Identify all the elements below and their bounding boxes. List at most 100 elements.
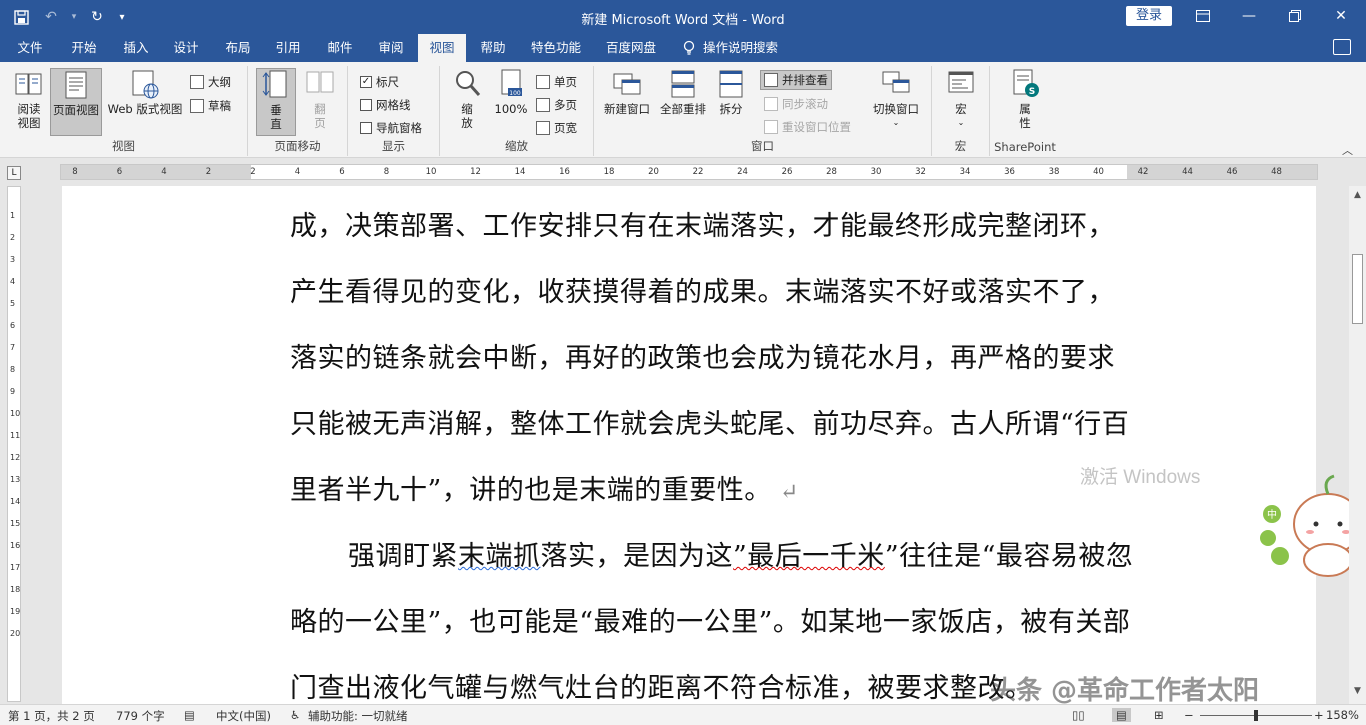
print-layout-status-icon[interactable]: ▤ [1112,708,1131,722]
page-width-button[interactable]: 页宽 [536,118,577,138]
web-layout-status-icon[interactable]: ⊞ [1154,708,1164,722]
scroll-up-icon[interactable]: ▲ [1351,190,1364,204]
navigation-pane-checkbox[interactable]: 导航窗格 [360,118,422,138]
one-page-button[interactable]: 单页 [536,72,577,92]
group-zoom: 缩 放 100 100% 单页 多页 页宽 缩放 [440,66,594,156]
ruler-number: 24 [737,167,748,177]
ribbon-display-options-icon[interactable] [1180,0,1226,32]
text-line[interactable]: 里者半九十”，讲的也是末端的重要性。 ↵ [290,468,1170,507]
nav-pane-label: 导航窗格 [376,121,422,135]
text-line[interactable]: 成，决策部署、工作安排只有在末端落实，才能最终形成完整闭环， [290,204,1170,243]
synchronous-scrolling-button[interactable]: 同步滚动 [764,94,828,114]
tab-view[interactable]: 视图 [418,34,466,62]
reset-window-position-button[interactable]: 重设窗口位置 [764,117,851,137]
toutiao-watermark: 头条 @革命工作者太阳 [990,676,1260,706]
arrange-all-button[interactable]: 全部重排 [656,68,710,116]
new-window-button[interactable]: 新建窗口 [600,68,654,116]
ruler-checkbox[interactable]: ✓ 标尺 [360,72,399,92]
draft-label: 草稿 [208,99,231,113]
read-mode-status-icon[interactable]: ▯▯ [1072,708,1085,722]
read-mode-button[interactable]: 阅读 视图 [10,68,48,130]
comments-icon[interactable] [1333,39,1351,55]
side-to-side-button[interactable]: 翻 页 [302,68,338,130]
restore-icon[interactable] [1272,0,1318,32]
group-page-movement-label: 页面移动 [274,139,321,153]
page-count[interactable]: 第 1 页，共 2 页 [8,708,95,724]
floating-assistant-mascot[interactable]: 中 [1256,472,1364,582]
text-line[interactable]: 产生看得见的变化，收获摸得着的成果。末端落实不好或落实不了， [290,270,1170,309]
vertical-ruler[interactable]: 1 2 3 4 5 6 7 8 9 10 11 12 13 14 15 16 17 18 19 20 [7,186,21,702]
close-icon[interactable]: ✕ [1318,0,1364,32]
multiple-pages-label: 多页 [554,98,577,112]
outline-icon [190,75,204,89]
gridlines-checkbox[interactable]: 网格线 [360,95,411,115]
text-line[interactable]: 只能被无声消解，整体工作就会虎头蛇尾、前功尽弃。古人所谓“行百 [290,402,1170,441]
tab-design[interactable]: 设计 [166,34,206,62]
zoom-slider-thumb[interactable] [1254,710,1258,721]
language-indicator[interactable]: 中文(中国) [216,708,271,724]
tab-review[interactable]: 审阅 [371,34,411,62]
scroll-thumb[interactable] [1352,254,1363,324]
side-by-side-icon [764,73,778,87]
tab-featured[interactable]: 特色功能 [527,34,585,62]
tab-baidu-netdisk[interactable]: 百度网盘 [601,34,661,62]
tab-references[interactable]: 引用 [268,34,308,62]
vertical-label: 垂 直 [270,103,282,131]
horizontal-ruler[interactable]: 8 6 4 2 2 4 6 8 10 12 14 16 18 20 22 24 26 28 30 32 34 36 38 40… [60,164,1318,180]
tab-insert[interactable]: 插入 [116,34,156,62]
arrange-all-icon [668,68,698,100]
proofing-icon[interactable]: ▤ [184,708,195,722]
minimize-icon[interactable]: — [1226,0,1272,32]
document-area[interactable]: 成，决策部署、工作安排只有在末端落实，才能最终形成完整闭环， 产生看得见的变化，… [24,186,1346,704]
group-sharepoint-label: SharePoint [994,140,1056,154]
ruler-number: 18 [10,585,21,594]
spelling-squiggle-run: ”最后一千米 [733,541,885,572]
document-page[interactable]: 成，决策部署、工作安排只有在末端落实，才能最终形成完整闭环， 产生看得见的变化，… [62,186,1316,704]
accessibility-status[interactable]: 辅助功能: 一切就绪 [308,708,408,724]
draft-button[interactable]: 草稿 [190,96,231,116]
zoom-out-icon[interactable]: − [1184,708,1194,722]
tab-help[interactable]: 帮助 [473,34,513,62]
web-layout-button[interactable]: Web 版式视图 [104,68,186,116]
arrange-all-label: 全部重排 [660,102,706,116]
ruler-number: 16 [10,541,21,550]
text-run: 落实，是因为这 [540,541,733,572]
one-page-icon [536,75,550,89]
zoom-in-icon[interactable]: + [1314,708,1324,722]
text-line[interactable]: 落实的链条就会中断，再好的政策也会成为镜花水月，再严格的要求 [290,336,1170,375]
outline-button[interactable]: 大纲 [190,72,231,92]
tab-mailings[interactable]: 邮件 [320,34,360,62]
text-line[interactable]: 强调盯紧末端抓落实，是因为这”最后一千米”往往是“最容易被忽 [348,534,1228,573]
multiple-pages-icon [536,98,550,112]
group-zoom-label: 缩放 [505,139,528,153]
macros-button[interactable]: 宏 ⌄ [944,68,978,130]
zoom-level[interactable]: 158% [1326,708,1359,722]
tab-file[interactable]: 文件 [10,34,50,62]
ruler-number: 38 [1048,167,1060,177]
scroll-down-icon[interactable]: ▼ [1351,686,1364,700]
lightbulb-icon [683,40,695,55]
vertical-scrollbar[interactable]: ▲ ▼ [1349,186,1366,704]
ruler-number: 14 [514,167,526,177]
tab-selector[interactable]: L [7,166,21,180]
split-button[interactable]: 拆分 [714,68,748,116]
word-window: ↶ ▾ ↻ ▾ 新建 Microsoft Word 文档 - Word 登录 —… [0,0,1366,725]
multiple-pages-button[interactable]: 多页 [536,95,577,115]
word-count[interactable]: 779 个字 [116,708,165,724]
login-button[interactable]: 登录 [1126,6,1172,26]
text-line[interactable]: 略的一公里”，也可能是“最难的一公里”。如某地一家饭店，被有关部 [290,600,1170,639]
view-side-by-side-button[interactable]: 并排查看 [760,70,832,90]
collapse-ribbon-icon[interactable]: ︿ [1342,142,1358,157]
one-page-label: 单页 [554,75,577,89]
properties-button[interactable]: S 属 性 [1008,68,1042,130]
zoom-100-button[interactable]: 100 100% [492,68,530,116]
vertical-button[interactable]: 垂 直 [256,68,296,136]
print-layout-button[interactable]: 页面视图 [50,68,102,136]
tab-layout[interactable]: 布局 [218,34,258,62]
ruler-number: 4 [10,277,16,286]
zoom-button[interactable]: 缩 放 [452,68,482,130]
tab-home[interactable]: 开始 [64,34,104,62]
switch-windows-button[interactable]: 切换窗口 ⌄ [868,68,924,130]
ruler-number: 32 [915,167,926,177]
tell-me-search[interactable]: 操作说明搜索 [683,34,778,62]
